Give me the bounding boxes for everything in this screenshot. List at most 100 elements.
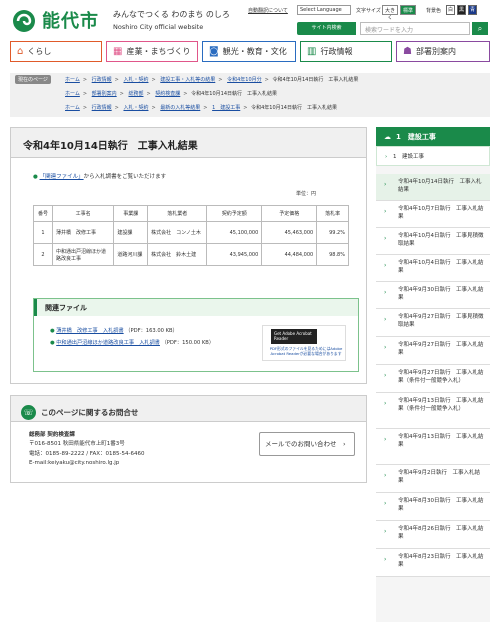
- side-nav-item-label: 令和4年8月23日執行 工事入札結果: [398, 554, 484, 569]
- global-nav: ⌂ くらし ▦ 産業・まちづくり ◙ 観光・教育・文化 ▥ 行政情報 ☗ 部署別…: [10, 41, 490, 62]
- breadcrumb-link[interactable]: 1 建設工事: [212, 105, 240, 111]
- font-size-label: 文字サイズ: [356, 8, 381, 14]
- adobe-reader-logo: Get Adobe Acrobat Reader: [271, 329, 317, 344]
- side-nav-item[interactable]: › 令和4年10月7日執行 工事入札結果: [376, 201, 490, 228]
- gnav-gyosei[interactable]: ▥ 行政情報: [300, 41, 392, 62]
- language-select[interactable]: Select Language: [297, 5, 351, 15]
- side-nav-item[interactable]: › 令和4年9月13日執行 工事入札結果: [376, 429, 490, 465]
- phone-icon: ☏: [21, 404, 36, 420]
- chevron-right-icon: ›: [384, 556, 387, 563]
- breadcrumb-link[interactable]: 建設工事・入札等の結果: [160, 77, 215, 83]
- side-nav-item[interactable]: › 令和4年10月14日執行 工事入札結果: [376, 174, 490, 201]
- side-nav-item[interactable]: › 令和4年10月4日執行 工事見積徴取結果: [376, 228, 490, 255]
- camera-icon: ◙: [209, 46, 219, 57]
- search-icon[interactable]: ⌕: [472, 22, 488, 35]
- side-nav-item[interactable]: › 令和4年9月27日執行 工事入札結果（条件付一般競争入札）: [376, 365, 490, 393]
- side-nav-item[interactable]: › 令和4年8月26日執行 工事入札結果: [376, 521, 490, 549]
- chevron-right-icon: ›: [384, 528, 387, 535]
- city-logo-icon[interactable]: [12, 9, 36, 33]
- breadcrumb-link[interactable]: 総務部: [128, 91, 143, 97]
- table-row: 2 中和通出戸沼線ほか道路改良工事 道路河川課 株式会社 鈴木土建 43,945…: [32, 243, 349, 266]
- chevron-right-icon: ›: [384, 262, 387, 269]
- table-cell: 道路河川課: [113, 243, 149, 266]
- adobe-reader-banner[interactable]: Get Adobe Acrobat Reader PDF形式のファイルを見るため…: [262, 325, 346, 361]
- gnav-kanko[interactable]: ◙ 観光・教育・文化: [202, 41, 296, 62]
- pdf-link[interactable]: 薄井橋 改修工事 入札調書: [56, 328, 123, 334]
- breadcrumb-link[interactable]: 行政情報: [92, 105, 112, 111]
- file-meta: （PDF：150.00 KB）: [161, 340, 215, 346]
- side-nav-item[interactable]: › 令和4年8月23日執行 工事入札結果: [376, 549, 490, 577]
- chevron-right-icon: ›: [384, 235, 387, 242]
- breadcrumb-link[interactable]: 部署別案内: [92, 91, 117, 97]
- auto-translate-link[interactable]: 自動翻訳について: [248, 7, 288, 14]
- column-header: 工事名: [52, 205, 115, 222]
- table-cell: 2: [32, 243, 54, 266]
- unit-label: 単位：円: [296, 191, 317, 197]
- breadcrumb-link[interactable]: ホーム: [65, 91, 80, 97]
- side-nav-item-label: 令和4年10月4日執行 工事見積徴取結果: [398, 233, 484, 248]
- related-files-box: 関連ファイル ● 薄井橋 改修工事 入札調書 （PDF：163.00 KB） ●…: [33, 298, 359, 372]
- side-nav-item-label: 令和4年9月2日執行 工事入札結果: [398, 470, 480, 485]
- side-nav-item[interactable]: › 令和4年9月2日執行 工事入札結果: [376, 465, 490, 493]
- breadcrumb-link[interactable]: ホーム: [65, 77, 80, 83]
- gnav-kurashi[interactable]: ⌂ くらし: [10, 41, 102, 62]
- column-header: 番号: [32, 205, 54, 222]
- bullet-icon: ●: [50, 328, 55, 334]
- column-header: 事業課: [113, 205, 149, 222]
- building-icon: ▦: [113, 46, 123, 57]
- bg-blue-button[interactable]: 青: [468, 5, 477, 15]
- breadcrumb-link[interactable]: 令和4年10月分: [227, 77, 262, 83]
- side-nav-item-label: 令和4年10月7日執行 工事入札結果: [398, 206, 484, 221]
- table-cell: 99.2%: [316, 221, 349, 244]
- side-nav-item-label: 令和4年10月4日執行 工事入札結果: [398, 260, 484, 275]
- side-nav-item[interactable]: › 令和4年9月27日執行 工事見積徴取結果: [376, 309, 490, 337]
- side-nav-item[interactable]: › 令和4年9月30日執行 工事入札結果: [376, 282, 490, 309]
- breadcrumb-current: 令和4年10月14日執行 工事入札結果: [251, 105, 337, 111]
- related-file-item: ● 薄井橋 改修工事 入札調書 （PDF：163.00 KB）: [50, 327, 178, 334]
- side-nav-item[interactable]: › 令和4年10月4日執行 工事入札結果: [376, 255, 490, 282]
- side-nav-item-label: 令和4年9月27日執行 工事見積徴取結果: [398, 314, 484, 329]
- font-size-standard-button[interactable]: 標準: [400, 5, 416, 15]
- related-files-link[interactable]: 「関連ファイル」: [40, 174, 84, 180]
- side-nav-item-label: 令和4年9月13日執行 工事入札結果: [398, 434, 484, 449]
- city-name[interactable]: 能代市: [42, 7, 99, 33]
- side-nav-item[interactable]: › 令和4年9月13日執行 工事入札結果（条件付一般競争入札）: [376, 393, 490, 429]
- breadcrumb-link[interactable]: 入札・契約: [123, 105, 148, 111]
- breadcrumb-link[interactable]: 最新の入札等結果: [160, 105, 200, 111]
- side-nav-item-label: 令和4年9月13日執行 工事入札結果（条件付一般競争入札）: [398, 398, 484, 413]
- gnav-label: くらし: [27, 47, 52, 56]
- side-nav-item[interactable]: › 令和4年9月27日執行 工事入札結果: [376, 337, 490, 365]
- government-icon: ▥: [307, 46, 317, 57]
- contact-phone: 電話：0185-89-2222 / FAX：0185-54-6460: [29, 450, 145, 457]
- contact-title: このページに関するお問合せ: [41, 407, 139, 417]
- breadcrumb-link[interactable]: 契約検査課: [155, 91, 180, 97]
- breadcrumb-line-3: ホーム > 行政情報 > 入札・契約 > 最新の入札等結果 > 1 建設工事 > 令和4年…: [65, 105, 337, 111]
- breadcrumb-link[interactable]: 入札・契約: [123, 77, 148, 83]
- chevron-right-icon: ›: [384, 400, 387, 407]
- search-input[interactable]: 検索ワードを入力: [360, 22, 470, 35]
- english-name: Noshiro City official website: [113, 23, 204, 31]
- bg-black-button[interactable]: 黒: [457, 5, 466, 15]
- chevron-right-icon: ›: [384, 472, 387, 479]
- side-nav-heading: ☁ 1 建設工事: [376, 127, 490, 146]
- pdf-link[interactable]: 中和通出戸沼線ほか道路改良工事 入札調書: [56, 340, 160, 346]
- side-nav-item-label: 令和4年9月27日執行 工事入札結果（条件付一般競争入札）: [398, 370, 484, 385]
- mail-inquiry-button[interactable]: メールでのお問い合わせ ›: [259, 432, 355, 456]
- breadcrumb-line-2: ホーム > 部署別案内 > 総務部 > 契約検査課 > 令和4年10月14日執行 工事入…: [65, 91, 278, 97]
- gnav-busho[interactable]: ☗ 部署別案内: [396, 41, 490, 62]
- font-size-large-button[interactable]: 大きく: [382, 5, 398, 21]
- side-nav-item[interactable]: › 令和4年8月30日執行 工事入札結果: [376, 493, 490, 521]
- adobe-reader-text[interactable]: PDF形式のファイルを見るためにはAdobe Acrobat Readerが必要…: [267, 346, 345, 356]
- gnav-label: 産業・まちづくり: [126, 47, 191, 56]
- bg-white-button[interactable]: 白: [446, 5, 455, 15]
- side-nav-item-label: 令和4年8月26日執行 工事入札結果: [398, 526, 484, 541]
- breadcrumb-link[interactable]: 行政情報: [92, 77, 112, 83]
- side-nav-parent[interactable]: › 1 建設工事: [376, 146, 490, 166]
- column-header: 契約予定額: [206, 205, 263, 222]
- main-content: 令和4年10月14日執行 工事入札結果 ● 「関連ファイル」から入札調書をご覧い…: [10, 127, 367, 384]
- bullet-icon: ●: [33, 174, 38, 180]
- breadcrumb-link[interactable]: ホーム: [65, 105, 80, 111]
- breadcrumb: 現在のページ ホーム > 行政情報 > 入札・契約 > 建設工事・入札等の結果 > 令和…: [10, 73, 490, 117]
- intro-text: ● 「関連ファイル」から入札調書をご覧いただけます: [33, 172, 166, 180]
- gnav-sangyo[interactable]: ▦ 産業・まちづくり: [106, 41, 198, 62]
